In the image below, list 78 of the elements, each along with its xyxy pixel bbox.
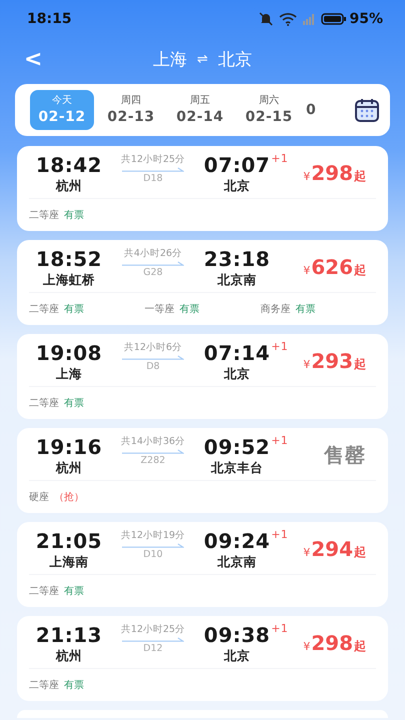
next-day-mark: +1 [271, 339, 288, 355]
departure-station: 杭州 [56, 459, 82, 477]
train-card[interactable]: 18:52 上海虹桥 共4小时26分 G28 23:18 北京南 ¥626起 二等座 有票 一等座 有票 商务座 有票 [17, 240, 388, 325]
travel-duration: 共12小时25分 [120, 153, 186, 167]
date-tab[interactable]: 周六 02-15 [237, 90, 301, 130]
clock: 18:15 [27, 11, 72, 27]
train-number: G28 [143, 266, 163, 280]
travel-duration: 共12小时19分 [120, 529, 186, 543]
arrival-time: 09:38 [204, 623, 270, 647]
arrival-station: 北京丰台 [211, 459, 263, 477]
seat-class: 一等座 [144, 302, 175, 316]
swap-icon: ⇌ [197, 52, 208, 66]
departure-time: 19:16 [36, 435, 102, 459]
arrival-station: 北京 [224, 177, 250, 195]
arrival-time: 09:52 [204, 435, 270, 459]
date-tab[interactable]: 周五 02-14 [168, 90, 232, 130]
ticket-price: ¥298起 [303, 631, 366, 655]
departure-time: 18:52 [36, 247, 102, 271]
train-number: D8 [146, 360, 160, 374]
departure-station: 杭州 [56, 647, 82, 665]
ticket-status: 有票 [64, 585, 84, 598]
next-day-mark: +1 [271, 151, 288, 167]
seat-class: 二等座 [29, 584, 59, 598]
date-tab[interactable]: 0 [306, 90, 316, 130]
arrival-station: 北京南 [218, 553, 256, 571]
travel-duration: 共4小时26分 [124, 247, 182, 261]
departure-time: 19:08 [36, 341, 102, 365]
arrival-station: 北京南 [218, 271, 256, 289]
next-day-mark: +1 [271, 433, 288, 449]
travel-duration: 共12小时25分 [120, 623, 186, 637]
battery-percent: 95% [349, 11, 383, 27]
muted-bell-icon [259, 12, 274, 26]
train-number: D10 [143, 548, 163, 562]
origin-city: 上海 [153, 48, 188, 70]
wifi-icon [279, 12, 298, 26]
ticket-status: 有票 [64, 303, 84, 316]
departure-time: 18:42 [36, 153, 102, 177]
arrival-time: 07:07 [204, 153, 270, 177]
departure-time: 21:05 [36, 529, 102, 553]
ticket-price: ¥298起 [303, 161, 366, 185]
ticket-status: 有票 [64, 397, 84, 410]
departure-station: 上海 [56, 365, 82, 383]
battery-icon [321, 13, 346, 25]
ticket-price: ¥293 起 [303, 349, 366, 373]
departure-station: 上海南 [50, 553, 88, 571]
ticket-price: ¥626起 [303, 255, 366, 279]
signal-icon [303, 13, 316, 25]
destination-city: 北京 [218, 48, 252, 70]
next-day-mark: +1 [271, 527, 288, 543]
seat-class: 二等座 [29, 396, 59, 410]
arrival-station: 北京 [224, 647, 250, 665]
departure-time: 21:13 [36, 623, 102, 647]
travel-duration: 共14小时36分 [120, 435, 186, 449]
ticket-status: 有票 [295, 303, 316, 316]
ticket-price: ¥294起 [303, 537, 366, 561]
train-number: D12 [143, 642, 163, 656]
ticket-status: （抢） [54, 491, 84, 504]
sold-out-label: 售罄 [324, 442, 366, 468]
departure-station: 上海虹桥 [43, 271, 95, 289]
arrival-time: 09:24 [204, 529, 270, 553]
seat-class: 二等座 [29, 678, 59, 692]
seat-class: 二等座 [29, 208, 59, 222]
seat-class: 商务座 [260, 302, 290, 316]
travel-duration: 共12小时6分 [124, 341, 182, 355]
ticket-status: 有票 [64, 679, 84, 692]
calendar-icon[interactable] [354, 97, 380, 123]
seat-class: 二等座 [29, 302, 59, 316]
departure-station: 杭州 [56, 177, 82, 195]
date-tab[interactable]: 周四 02-13 [99, 90, 163, 130]
arrival-time: 07:14 [204, 341, 270, 365]
next-day-mark: +1 [271, 621, 288, 637]
ticket-status: 有票 [180, 303, 200, 316]
arrival-station: 北京 [224, 365, 250, 383]
ticket-status: 有票 [64, 209, 84, 222]
train-number: Z282 [140, 454, 166, 468]
arrival-time: 23:18 [204, 247, 270, 271]
seat-class: 硬座 [29, 490, 49, 504]
train-number: D18 [143, 172, 163, 186]
